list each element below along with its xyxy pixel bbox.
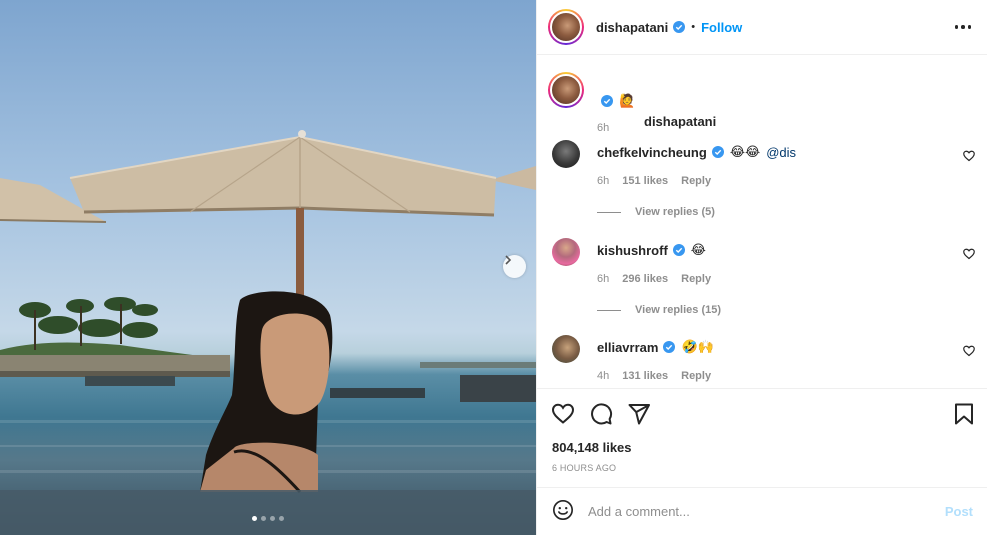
view-replies-button[interactable]: View replies (15): [597, 304, 721, 316]
emoji-picker-button[interactable]: [552, 499, 574, 524]
follow-button[interactable]: Follow: [701, 20, 742, 35]
chevron-right-icon: [505, 255, 512, 265]
more-options-button[interactable]: [949, 19, 978, 35]
more-icon: [954, 25, 958, 29]
view-replies-button[interactable]: View replies (5): [597, 206, 715, 218]
comment-likes[interactable]: 296 likes: [622, 273, 668, 285]
comment-meta: 6h 296 likes Reply: [597, 273, 711, 285]
share-button[interactable]: [627, 402, 651, 429]
caption-avatar[interactable]: [548, 72, 584, 108]
next-photo-button[interactable]: [503, 255, 526, 278]
replies-divider: [597, 211, 621, 213]
comment-time[interactable]: 4h: [597, 370, 609, 382]
post-comment-button[interactable]: Post: [945, 504, 973, 519]
comment-input[interactable]: [588, 504, 918, 519]
verified-icon: [673, 21, 686, 33]
carousel-dot: [261, 516, 266, 521]
comment-composer: Post: [537, 487, 987, 535]
reply-button[interactable]: Reply: [681, 370, 711, 382]
comment-time[interactable]: 6h: [597, 273, 609, 285]
instagram-post-modal: dishapatani • Follow dishapatani 🙋 6h ch…: [0, 0, 987, 535]
view-replies-label: View replies (15): [635, 304, 722, 316]
comment-icon: [591, 403, 613, 425]
comment-likes[interactable]: 131 likes: [622, 370, 668, 382]
commenter-avatar[interactable]: [552, 238, 580, 266]
comment-line: elliavrram 🤣🙌: [597, 339, 714, 355]
carousel-dot: [252, 516, 257, 521]
reply-button[interactable]: Reply: [681, 175, 711, 187]
comment-meta: 4h 131 likes Reply: [597, 370, 711, 382]
commenter-avatar[interactable]: [552, 335, 580, 363]
bookmark-icon: [955, 403, 973, 425]
commenter-username[interactable]: kishushroff: [597, 243, 668, 258]
mention-link[interactable]: @dis: [766, 145, 796, 160]
heart-icon[interactable]: [963, 345, 975, 357]
comment-time[interactable]: 6h: [597, 175, 609, 187]
post-header: dishapatani • Follow: [537, 0, 987, 55]
like-button[interactable]: [551, 402, 575, 429]
comment-text: 😂😂: [729, 144, 761, 159]
comment-line: kishushroff 😂: [597, 242, 706, 258]
verified-icon: [672, 244, 685, 256]
action-icons: [551, 402, 651, 429]
heart-icon: [551, 403, 575, 424]
share-icon: [628, 404, 650, 425]
separator: •: [691, 21, 696, 33]
photo-illustration: [0, 130, 536, 535]
caption-line: dishapatani 🙋: [596, 93, 716, 129]
heart-icon[interactable]: [963, 150, 975, 162]
caption-time[interactable]: 6h: [597, 122, 609, 134]
comment-button[interactable]: [589, 402, 613, 429]
post-actions: 804,148 likes 6 HOURS AGO: [537, 388, 987, 487]
commenter-avatar[interactable]: [552, 140, 580, 168]
view-replies-label: View replies (5): [635, 206, 715, 218]
commenter-username[interactable]: chefkelvincheung: [597, 145, 707, 160]
comment-text: 😂: [690, 242, 706, 257]
replies-divider: [597, 309, 621, 311]
caption-username[interactable]: dishapatani: [644, 114, 716, 129]
author-username[interactable]: dishapatani: [596, 20, 668, 35]
verified-icon: [663, 341, 676, 353]
save-button[interactable]: [953, 402, 975, 429]
carousel-dot: [270, 516, 275, 521]
carousel-dot: [279, 516, 284, 521]
carousel-dots: [252, 516, 284, 521]
emoji-icon: [553, 500, 573, 520]
comments-list[interactable]: dishapatani 🙋 6h chefkelvincheung 😂😂 @di…: [537, 55, 987, 388]
likes-count[interactable]: 804,148 likes: [552, 440, 632, 455]
comment-text: 🤣🙌: [681, 339, 714, 354]
commenter-username[interactable]: elliavrram: [597, 340, 658, 355]
reply-button[interactable]: Reply: [681, 273, 711, 285]
post-side-panel: dishapatani • Follow dishapatani 🙋 6h ch…: [536, 0, 987, 535]
author-avatar[interactable]: [548, 9, 584, 45]
comment-line: chefkelvincheung 😂😂 @dis: [597, 144, 796, 160]
comment-meta: 6h 151 likes Reply: [597, 175, 711, 187]
caption-emoji: 🙋: [619, 93, 636, 108]
verified-icon: [711, 146, 724, 158]
verified-icon: [601, 95, 613, 107]
heart-icon[interactable]: [963, 248, 975, 260]
comment-likes[interactable]: 151 likes: [622, 175, 668, 187]
post-photo[interactable]: [0, 0, 536, 535]
post-timestamp[interactable]: 6 HOURS AGO: [552, 463, 616, 473]
